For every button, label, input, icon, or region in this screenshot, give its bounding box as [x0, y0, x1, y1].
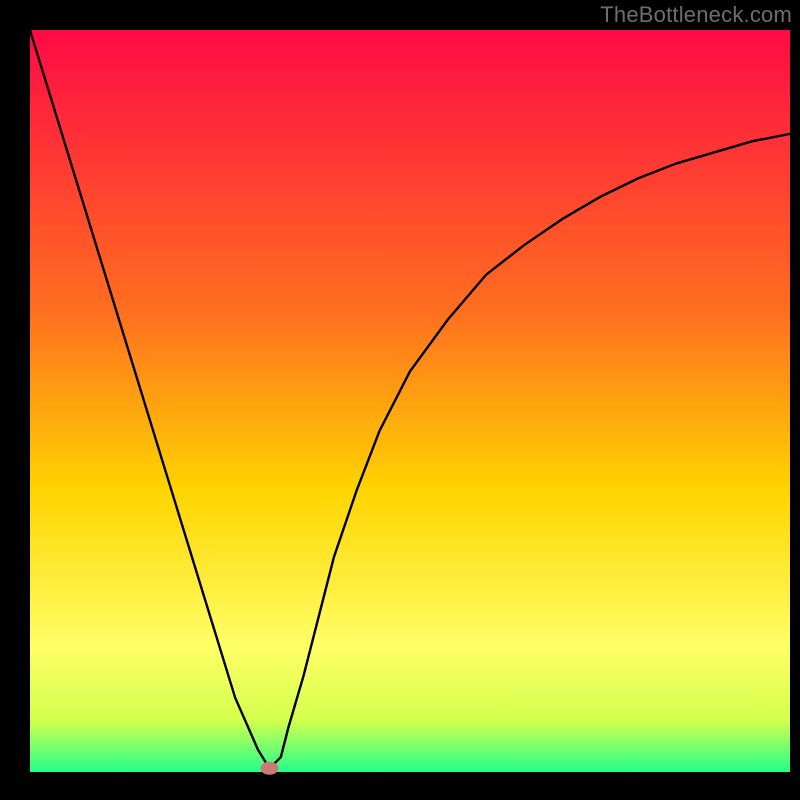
- watermark-label: TheBottleneck.com: [600, 2, 792, 28]
- chart-container: TheBottleneck.com: [0, 0, 800, 800]
- min-marker: [260, 762, 278, 775]
- bottleneck-chart: [0, 0, 800, 800]
